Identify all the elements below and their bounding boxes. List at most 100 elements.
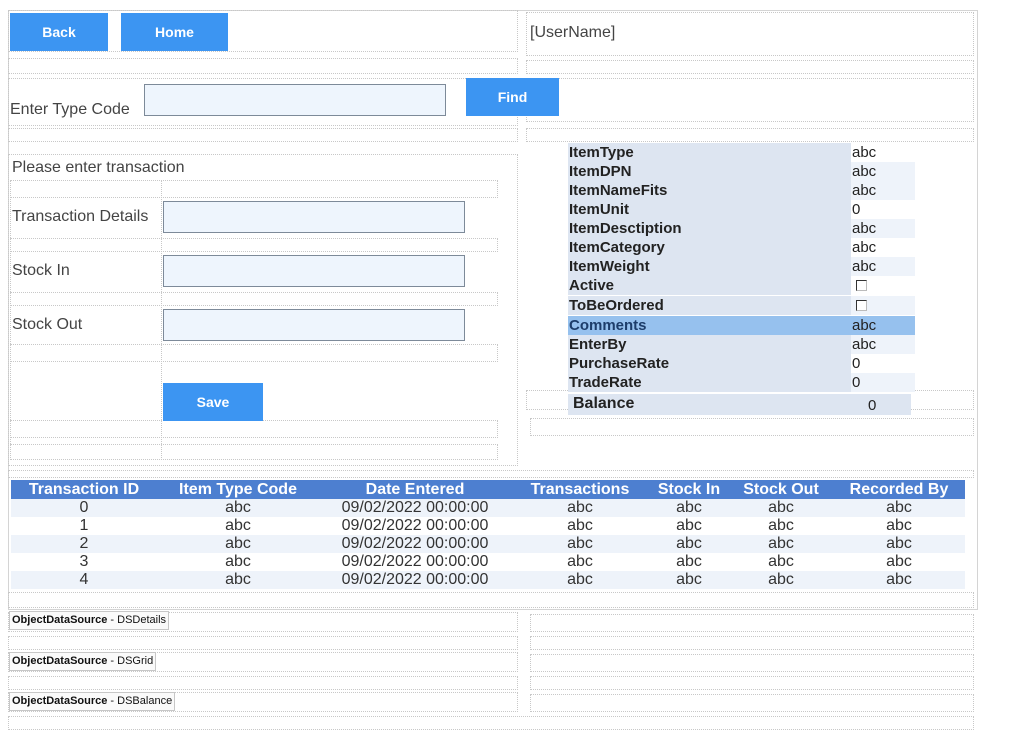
cell: abc [833,571,965,589]
detail-key: Comments [568,316,851,335]
detail-row-itemcategory: ItemCategory abc [568,238,915,257]
transaction-details-label: Transaction Details [12,208,149,225]
detail-row-enterby: EnterBy abc [568,335,915,354]
detail-key: ItemType [568,143,851,162]
cell: abc [511,535,649,553]
cell: 09/02/2022 00:00:00 [341,553,489,570]
layout-cell [530,418,974,436]
type-code-input[interactable] [144,84,446,116]
col-recorded-by[interactable]: Recorded By [833,480,965,499]
detail-value: 0 [852,201,861,218]
detail-value: abc [852,144,877,161]
layout-cell [530,676,974,690]
cell: 1 [79,517,89,534]
detail-key: Active [568,276,851,295]
datasource-dsdetails[interactable]: ObjectDataSource - DSDetails [9,611,170,630]
cell: abc [676,517,702,534]
col-stock-out[interactable]: Stock Out [729,480,833,499]
cell: abc [833,499,965,517]
layout-cell [8,592,974,608]
datasource-name: - DSBalance [107,695,173,707]
cell: 3 [79,553,89,570]
detail-value: abc [851,181,915,200]
cell: abc [729,499,833,517]
balance-row: Balance 0 [568,394,911,415]
cell: 0 [11,499,157,517]
transaction-details-input[interactable] [163,201,465,233]
detail-row-active: Active [568,276,915,295]
grid-header-row: Transaction ID Item Type Code Date Enter… [11,480,965,499]
detail-value: abc [851,257,915,276]
detail-row-itemdescription: ItemDesctiption abc [568,219,915,238]
layout-cell [8,716,974,730]
col-date-entered[interactable]: Date Entered [319,480,511,499]
cell: abc [567,517,593,534]
detail-value [851,276,915,295]
detail-value: 0 [852,355,861,372]
layout-cell [8,636,518,650]
cell: abc [676,553,702,570]
detail-row-comments: Comments abc [568,316,915,335]
layout-cell [526,128,974,142]
table-row[interactable]: 4 abc 09/02/2022 00:00:00 abc abc abc ab… [11,571,965,589]
detail-row-itemweight: ItemWeight abc [568,257,915,276]
cell: abc [768,553,794,570]
datasource-name: - DSGrid [107,655,154,667]
cell: 09/02/2022 00:00:00 [319,535,511,553]
username-label: [UserName] [530,24,616,41]
layout-cell [530,654,974,672]
detail-key: EnterBy [568,335,851,354]
detail-key: ItemWeight [568,257,851,276]
cell: 09/02/2022 00:00:00 [319,571,511,589]
layout-cell [530,636,974,650]
detail-row-tobeordered: ToBeOrdered [568,296,915,315]
cell: abc [649,571,729,589]
detail-value: abc [851,162,915,181]
col-transactions[interactable]: Transactions [511,480,649,499]
stock-out-input[interactable] [163,309,465,341]
detail-value: abc [851,335,915,354]
stock-in-input[interactable] [163,255,465,287]
table-row[interactable]: 2 abc 09/02/2022 00:00:00 abc abc abc ab… [11,535,965,553]
datasource-type: ObjectDataSource [12,614,108,626]
col-item-type-code[interactable]: Item Type Code [157,480,319,499]
layout-cell [8,676,518,690]
detail-value: abc [851,219,915,238]
cell: 2 [11,535,157,553]
detail-row-itemnamefits: ItemNameFits abc [568,181,915,200]
detail-key: ItemDPN [568,162,851,181]
col-transaction-id[interactable]: Transaction ID [11,480,157,499]
detail-key: ItemNameFits [568,181,851,200]
cell: abc [157,499,319,517]
detail-row-traderate: TradeRate 0 [568,373,915,392]
cell: 09/02/2022 00:00:00 [319,499,511,517]
tobeordered-checkbox[interactable] [856,300,867,311]
detail-key: ItemCategory [568,238,851,257]
table-row[interactable]: 0 abc 09/02/2022 00:00:00 abc abc abc ab… [11,499,965,517]
table-row[interactable]: 3 abc 09/02/2022 00:00:00 abc abc abc ab… [11,553,965,571]
cell: abc [157,571,319,589]
back-button[interactable]: Back [10,13,108,51]
col-stock-in[interactable]: Stock In [649,480,729,499]
cell: abc [511,499,649,517]
detail-value: abc [851,316,915,335]
layout-cell [526,60,974,74]
active-checkbox[interactable] [856,280,867,291]
detail-key: ItemUnit [568,200,851,219]
detail-value: abc [852,239,877,256]
home-button[interactable]: Home [121,13,228,51]
transactions-grid: Transaction ID Item Type Code Date Enter… [11,480,965,589]
cell: 09/02/2022 00:00:00 [341,517,489,534]
datasource-dsgrid[interactable]: ObjectDataSource - DSGrid [9,652,157,671]
cell: abc [511,571,649,589]
cell: abc [886,553,912,570]
layout-cell [8,128,518,142]
table-row[interactable]: 1 abc 09/02/2022 00:00:00 abc abc abc ab… [11,517,965,535]
datasource-dsbalance[interactable]: ObjectDataSource - DSBalance [9,692,176,711]
cell: abc [225,517,251,534]
detail-key: PurchaseRate [568,354,851,373]
find-button[interactable]: Find [466,78,559,116]
save-button[interactable]: Save [163,383,263,421]
cell: abc [886,517,912,534]
balance-label: Balance [573,395,635,412]
